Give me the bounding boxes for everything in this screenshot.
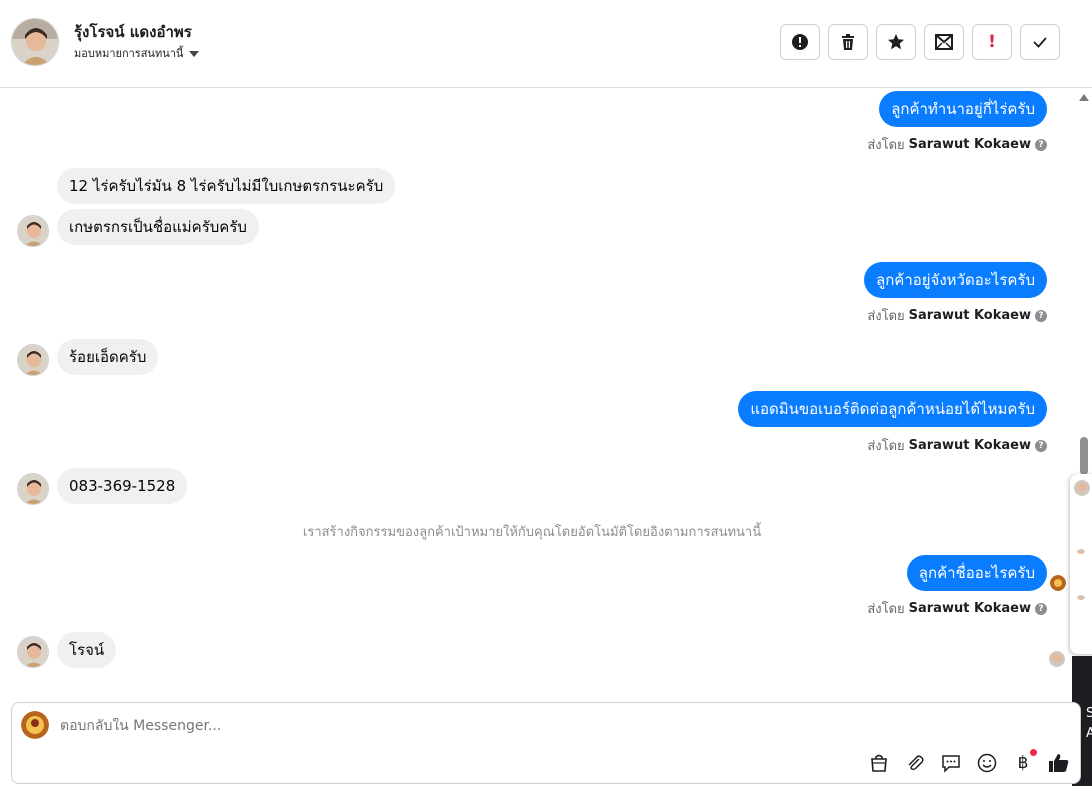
- contact-avatar-small: [17, 473, 49, 505]
- baht-glyph: ฿: [1017, 753, 1029, 773]
- sent-by-prefix: ส่งโดย: [867, 602, 905, 617]
- sent-by-prefix: ส่งโดย: [867, 138, 905, 153]
- mark-done-button[interactable]: [1020, 24, 1060, 60]
- inbox-conversation-view: รุ้งโรจน์ แดงอำพร มอบหมายการสนทนานี้ ! ล…: [0, 0, 1092, 786]
- participants-side-panel[interactable]: [1070, 474, 1092, 654]
- contact-avatar-small: [17, 215, 49, 247]
- participant-avatar[interactable]: [1076, 544, 1086, 554]
- outgoing-message[interactable]: แอดมินขอเบอร์ติดต่อลูกค้าหน่อยได้ไหมครับ: [738, 391, 1047, 427]
- help-icon[interactable]: ?: [1035, 602, 1047, 615]
- side-panel-text: S: [1086, 706, 1092, 721]
- delete-button[interactable]: [828, 24, 868, 60]
- contact-name: รุ้งโรจน์ แดงอำพร: [74, 23, 192, 41]
- alert-circle-icon: [792, 34, 808, 50]
- seen-indicator-avatar: [1050, 575, 1066, 591]
- follow-up-button[interactable]: !: [972, 24, 1012, 60]
- star-icon: [888, 34, 904, 50]
- sender-name: Sarawut Kokaew: [908, 308, 1031, 323]
- outgoing-message[interactable]: ลูกค้าชื่ออะไรครับ: [906, 555, 1047, 591]
- side-panel-text: A: [1086, 726, 1092, 741]
- baht-payment-icon[interactable]: ฿: [1011, 749, 1037, 775]
- paperclip-icon[interactable]: [903, 751, 927, 775]
- check-icon: [1033, 37, 1047, 48]
- participant-avatar[interactable]: [1076, 590, 1086, 600]
- sent-by-prefix: ส่งโดย: [867, 309, 905, 324]
- system-note: เราสร้างกิจกรรมของลูกค้าเป้าหมายให้กับคุ…: [302, 525, 762, 540]
- sent-by-label: ส่งโดย Sarawut Kokaew ?: [867, 598, 1047, 619]
- sender-name: Sarawut Kokaew: [908, 137, 1031, 152]
- mail-icon: [935, 34, 953, 50]
- outgoing-message[interactable]: ลูกค้าทำนาอยู่กี่ไร่ครับ: [879, 91, 1047, 127]
- message-thread[interactable]: ลูกค้าทำนาอยู่กี่ไร่ครับ ส่งโดย Sarawut …: [0, 89, 1070, 697]
- mark-unread-button[interactable]: [924, 24, 964, 60]
- sent-by-label: ส่งโดย Sarawut Kokaew ?: [867, 435, 1047, 456]
- sent-by-label: ส่งโดย Sarawut Kokaew ?: [867, 305, 1047, 326]
- outgoing-message[interactable]: ลูกค้าอยู่จังหวัดอะไรครับ: [864, 262, 1047, 298]
- help-icon[interactable]: ?: [1035, 439, 1047, 452]
- shopping-bag-icon[interactable]: [867, 751, 891, 775]
- scrollbar-thumb[interactable]: [1080, 437, 1088, 475]
- saved-reply-icon[interactable]: [939, 751, 963, 775]
- help-icon[interactable]: ?: [1035, 138, 1047, 151]
- participant-avatar[interactable]: [1074, 480, 1090, 496]
- incoming-message[interactable]: เกษตรกรเป็นชื่อแม่ครับครับ: [57, 209, 259, 245]
- spam-button[interactable]: [780, 24, 820, 60]
- contact-avatar-small: [17, 636, 49, 668]
- incoming-message[interactable]: ร้อยเอ็ดครับ: [57, 339, 159, 375]
- help-icon[interactable]: ?: [1035, 309, 1047, 322]
- sender-name: Sarawut Kokaew: [908, 438, 1031, 453]
- sent-by-prefix: ส่งโดย: [867, 439, 905, 454]
- reply-input[interactable]: [60, 718, 760, 734]
- composer-tools: ฿: [867, 749, 1071, 775]
- like-icon[interactable]: [1047, 751, 1071, 775]
- sent-by-label: ส่งโดย Sarawut Kokaew ?: [867, 134, 1047, 155]
- conversation-toolbar: !: [780, 24, 1060, 60]
- seen-indicator-avatar: [1049, 651, 1065, 667]
- chevron-down-icon: [189, 50, 200, 57]
- sender-name: Sarawut Kokaew: [908, 601, 1031, 616]
- emoji-icon[interactable]: [975, 751, 999, 775]
- star-button[interactable]: [876, 24, 916, 60]
- incoming-message[interactable]: 12 ไร่ครับไร่มัน 8 ไร่ครับไม่มีใบเกษตรกร…: [57, 168, 396, 204]
- conversation-header: รุ้งโรจน์ แดงอำพร มอบหมายการสนทนานี้ !: [0, 0, 1092, 88]
- reply-composer: ฿: [11, 702, 1081, 784]
- scroll-up-arrow-icon[interactable]: [1079, 94, 1089, 101]
- contact-avatar-small: [17, 344, 49, 376]
- page-avatar: [21, 711, 49, 739]
- trash-icon: [842, 34, 854, 50]
- assign-conversation-dropdown[interactable]: มอบหมายการสนทนานี้: [74, 44, 200, 62]
- incoming-message[interactable]: 083-369-1528: [57, 468, 188, 504]
- notification-dot: [1030, 749, 1037, 756]
- assign-label: มอบหมายการสนทนานี้: [74, 47, 184, 60]
- exclamation-icon: !: [988, 32, 996, 52]
- incoming-message[interactable]: โรจน์: [57, 632, 117, 668]
- contact-avatar[interactable]: [11, 18, 59, 66]
